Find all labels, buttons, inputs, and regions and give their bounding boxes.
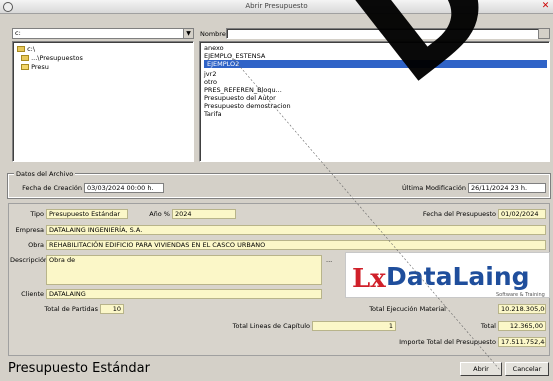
dashed-guide-line [229,54,501,371]
